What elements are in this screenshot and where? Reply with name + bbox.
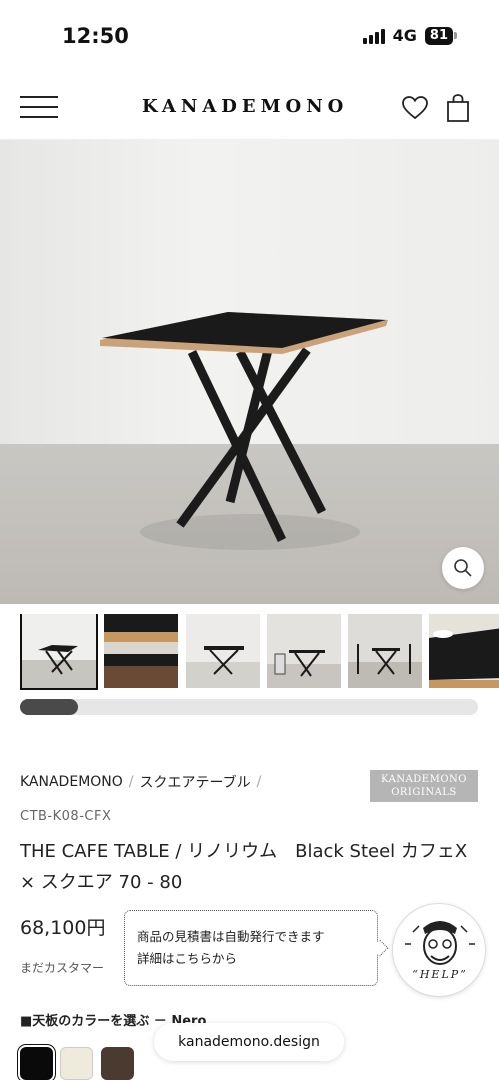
site-header: KANADEMONO — [0, 72, 499, 140]
shopping-bag-icon[interactable] — [445, 94, 471, 122]
thumbnail-4[interactable] — [267, 614, 341, 688]
gallery-scrollbar-thumb[interactable] — [20, 699, 78, 715]
product-title: THE CAFE TABLE / リノリウム Black Steel カフェX … — [20, 841, 468, 893]
product-sku: CTB-K08-CFX — [20, 809, 112, 824]
quote-help-tooltip[interactable]: 商品の見積書は自動発行できます 詳細はこちらから — [124, 910, 378, 986]
thumbnail-6[interactable] — [429, 614, 499, 688]
battery-icon: 81 — [424, 26, 457, 45]
product-main-image[interactable] — [0, 140, 499, 604]
breadcrumb-item-category[interactable]: スクエアテーブル — [140, 772, 251, 792]
tooltip-line-2: 詳細はこちらから — [137, 951, 238, 966]
help-label: “HELP” — [412, 968, 468, 981]
table-illustration — [100, 312, 388, 550]
network-type: 4G — [392, 26, 417, 45]
thumbnail-gallery — [0, 614, 499, 690]
site-logo[interactable]: KANADEMONO — [142, 96, 348, 117]
heart-icon[interactable] — [402, 96, 428, 120]
status-bar: 12:50 4G 81 — [0, 0, 499, 72]
battery-level: 81 — [424, 26, 453, 45]
color-swatch-nero[interactable] — [18, 1045, 55, 1080]
status-indicators: 4G 81 — [362, 26, 457, 45]
thumbnail-5[interactable] — [348, 614, 422, 688]
customer-review-note: まだカスタマー — [20, 961, 105, 975]
product-price: 68,100円 — [20, 917, 106, 939]
thumbnail-1[interactable] — [20, 614, 98, 690]
zoom-button[interactable] — [442, 547, 484, 589]
color-swatch-brown[interactable] — [101, 1047, 134, 1080]
browser-url-bar[interactable]: kanademono.design — [154, 1023, 344, 1061]
originals-badge: KANADEMONO ORIGINALS — [370, 770, 478, 802]
color-swatch-cream[interactable] — [60, 1047, 93, 1080]
thumbnail-2[interactable] — [104, 614, 178, 688]
gallery-scrollbar-track[interactable] — [20, 699, 478, 715]
status-time: 12:50 — [62, 24, 129, 48]
menu-icon[interactable] — [20, 96, 60, 118]
search-icon — [454, 559, 472, 577]
thumbnail-3[interactable] — [186, 614, 260, 688]
help-avatar-button[interactable]: “HELP” — [392, 903, 486, 997]
signal-icon — [362, 28, 385, 44]
breadcrumb: KANADEMONO / スクエアテーブル / — [20, 772, 262, 792]
breadcrumb-item-brand[interactable]: KANADEMONO — [20, 774, 123, 790]
help-face-icon — [405, 921, 475, 965]
tooltip-line-1: 商品の見積書は自動発行できます — [137, 929, 325, 944]
